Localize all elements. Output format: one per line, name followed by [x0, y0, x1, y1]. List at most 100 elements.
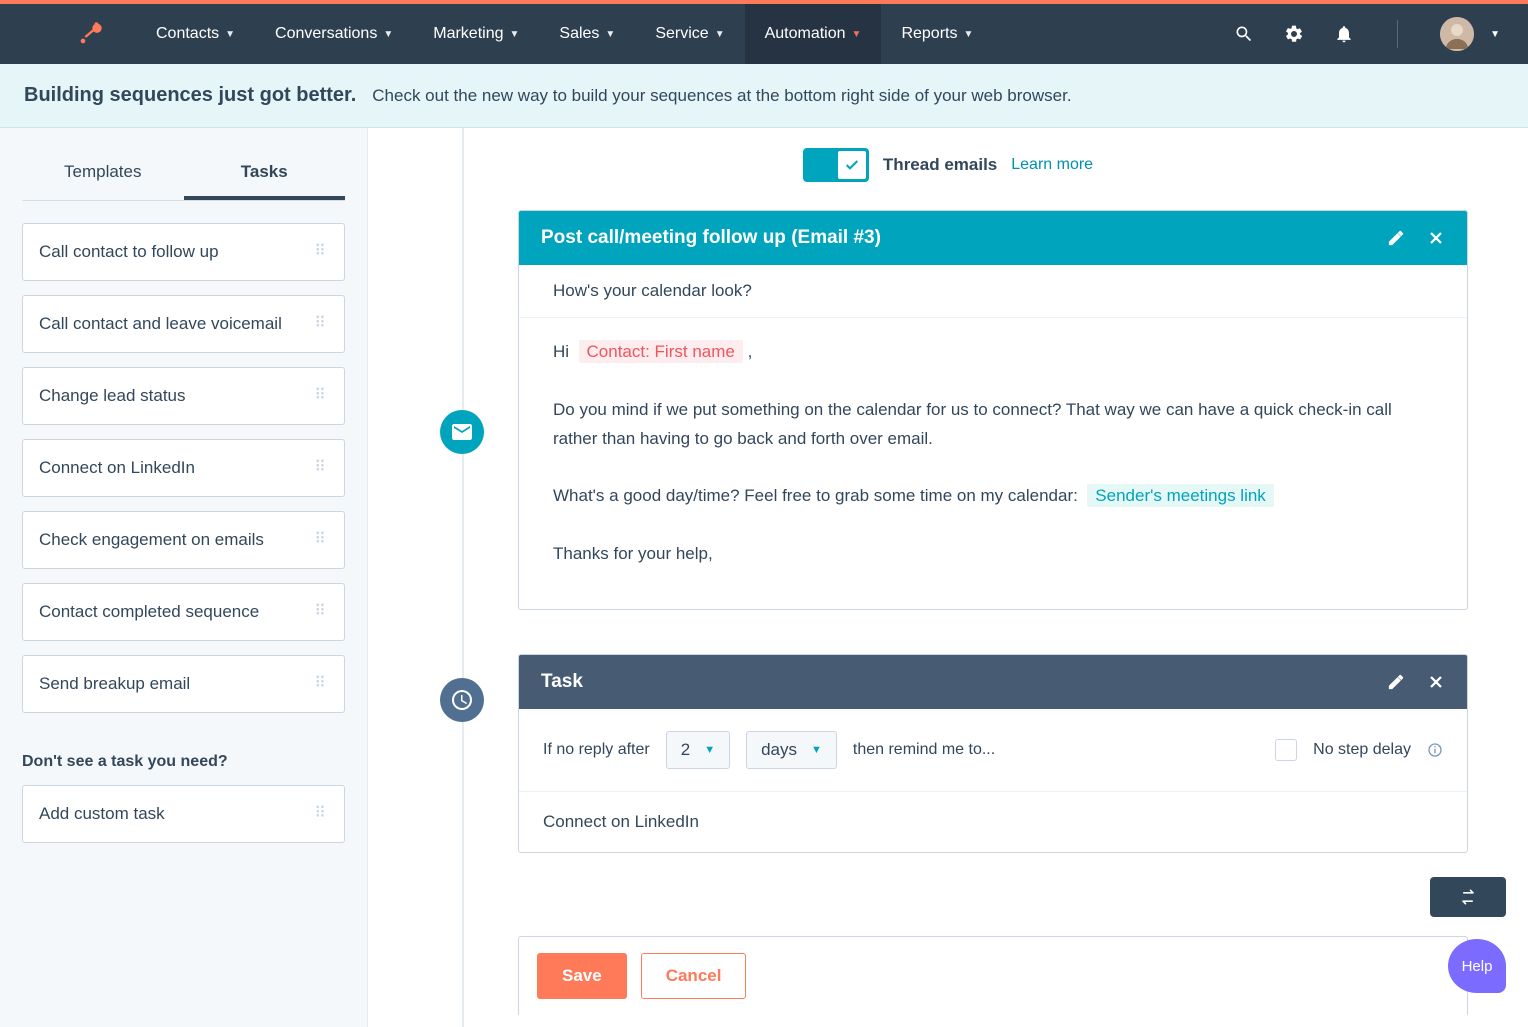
main-nav: Contacts ▼ Conversations▼ Marketing▼ Sale… [0, 4, 1528, 64]
email-step: Post call/meeting follow up (Email #3) H… [518, 210, 1468, 610]
sequence-canvas: Thread emails Learn more Post call/meeti… [368, 128, 1528, 1027]
cancel-button[interactable]: Cancel [641, 953, 747, 999]
chevron-down-icon: ▼ [963, 29, 973, 40]
info-icon[interactable] [1427, 742, 1443, 758]
meetings-link-token[interactable]: Sender's meetings link [1087, 484, 1274, 507]
no-delay-label: No step delay [1313, 741, 1411, 759]
drag-handle-icon[interactable]: ⠿ [314, 393, 328, 399]
nav-automation[interactable]: Automation▼ [745, 4, 882, 64]
nav-reports[interactable]: Reports▼ [881, 4, 993, 64]
add-custom-task-button[interactable]: Add custom task⠿ [22, 785, 345, 843]
drag-handle-icon[interactable]: ⠿ [314, 811, 328, 817]
chevron-down-icon: ▼ [509, 29, 519, 40]
task-label: Connect on LinkedIn [39, 458, 195, 478]
learn-more-link[interactable]: Learn more [1011, 156, 1093, 174]
nav-contacts[interactable]: Contacts ▼ [136, 4, 255, 64]
email-body[interactable]: Hi Contact: First name , Do you mind if … [519, 318, 1467, 609]
info-banner: Building sequences just got better. Chec… [0, 64, 1528, 128]
nav-label: Sales [559, 25, 599, 43]
email-card: Post call/meeting follow up (Email #3) H… [518, 210, 1468, 610]
sidebar: Templates Tasks Call contact to follow u… [0, 128, 368, 1027]
header-actions [1387, 229, 1445, 247]
tab-templates[interactable]: Templates [22, 148, 184, 200]
task-list: Call contact to follow up⠿ Call contact … [22, 223, 345, 713]
swap-icon [1458, 887, 1478, 907]
cond-prefix: If no reply after [543, 741, 650, 759]
task-item[interactable]: Call contact and leave voicemail ⠿ [22, 295, 345, 353]
email-title: Post call/meeting follow up (Email #3) [541, 227, 881, 249]
email-subject-row[interactable]: How's your calendar look? [519, 265, 1467, 318]
task-card: Task If no reply after 2▼ days ▼ then rem… [518, 654, 1468, 853]
nav-marketing[interactable]: Marketing▼ [413, 4, 539, 64]
envelope-icon [450, 420, 474, 444]
task-item[interactable]: Change lead status⠿ [22, 367, 345, 425]
save-button[interactable]: Save [537, 953, 627, 999]
task-title-input[interactable]: Connect on LinkedIn [519, 792, 1467, 852]
timeline-line [462, 128, 464, 1027]
nav-sales[interactable]: Sales ▼ [539, 4, 635, 64]
greeting-suffix: , [748, 342, 753, 361]
task-label: Call contact and leave voicemail [39, 314, 282, 334]
task-item[interactable]: Send breakup email⠿ [22, 655, 345, 713]
drag-handle-icon[interactable]: ⠿ [314, 321, 328, 327]
sidebar-subheading: Don't see a task you need? [22, 753, 345, 771]
drag-handle-icon[interactable]: ⠿ [314, 249, 328, 255]
thread-emails-toggle[interactable] [803, 148, 869, 182]
toggle-knob [837, 150, 867, 180]
hubspot-logo[interactable] [76, 20, 104, 48]
main-layout: Templates Tasks Call contact to follow u… [0, 128, 1528, 1027]
chevron-down-icon: ▼ [225, 29, 235, 40]
search-icon[interactable] [1233, 23, 1255, 45]
email-closing: Thanks for your help, [553, 540, 1433, 569]
sidebar-tabs: Templates Tasks [22, 148, 345, 201]
close-icon[interactable] [1427, 229, 1445, 247]
task-item[interactable]: Connect on LinkedIn ⠿ [22, 439, 345, 497]
nav-utility: ▼ [1233, 17, 1500, 51]
edit-icon[interactable] [1387, 229, 1405, 247]
delay-number-select[interactable]: 2▼ [666, 731, 730, 769]
task-header-label: Task [541, 671, 583, 693]
task-item[interactable]: Contact completed sequence ⠿ [22, 583, 345, 641]
drag-handle-icon[interactable]: ⠿ [314, 681, 328, 687]
footer-actions: Save Cancel [518, 936, 1468, 1015]
nav-label: Service [655, 25, 708, 43]
cond-suffix: then remind me to... [853, 741, 995, 759]
task-item[interactable]: Call contact to follow up⠿ [22, 223, 345, 281]
task-step-icon [440, 678, 484, 722]
edit-icon[interactable] [1387, 673, 1405, 691]
email-paragraph: Do you mind if we put something on the c… [553, 396, 1433, 454]
nav-conversations[interactable]: Conversations▼ [255, 4, 413, 64]
help-button[interactable]: Help [1448, 939, 1506, 993]
delay-unit-select[interactable]: days ▼ [746, 731, 837, 769]
nav-separator [1397, 20, 1398, 48]
tab-tasks[interactable]: Tasks [184, 148, 346, 200]
task-card-header: Task [519, 655, 1467, 709]
drag-handle-icon[interactable]: ⠿ [314, 465, 328, 471]
task-condition-row: If no reply after 2▼ days ▼ then remind m… [519, 709, 1467, 792]
close-icon[interactable] [1427, 673, 1445, 691]
task-item[interactable]: Check engagement on emails ⠿ [22, 511, 345, 569]
swap-float-button[interactable] [1430, 877, 1506, 917]
avatar[interactable] [1440, 17, 1474, 51]
chevron-down-icon: ▼ [383, 29, 393, 40]
banner-title: Building sequences just got better. [24, 84, 356, 107]
drag-handle-icon[interactable]: ⠿ [314, 537, 328, 543]
nav-label: Contacts [156, 25, 219, 43]
task-step: Task If no reply after 2▼ days ▼ then rem… [518, 654, 1468, 853]
task-label: Contact completed sequence [39, 602, 259, 622]
chevron-down-icon[interactable]: ▼ [1490, 29, 1500, 40]
email-step-icon [440, 410, 484, 454]
task-label: Check engagement on emails [39, 530, 264, 550]
chevron-down-icon: ▼ [605, 29, 615, 40]
no-step-delay-checkbox[interactable] [1275, 739, 1297, 761]
caret-down-icon: ▼ [811, 744, 822, 756]
nav-service[interactable]: Service▼ [635, 4, 744, 64]
select-value: days [761, 740, 797, 760]
bell-icon[interactable] [1333, 23, 1355, 45]
drag-handle-icon[interactable]: ⠿ [314, 609, 328, 615]
gear-icon[interactable] [1283, 23, 1305, 45]
check-icon [844, 157, 860, 173]
email-card-header: Post call/meeting follow up (Email #3) [519, 211, 1467, 265]
email-paragraph: What's a good day/time? Feel free to gra… [553, 486, 1078, 505]
contact-firstname-token[interactable]: Contact: First name [579, 340, 743, 363]
